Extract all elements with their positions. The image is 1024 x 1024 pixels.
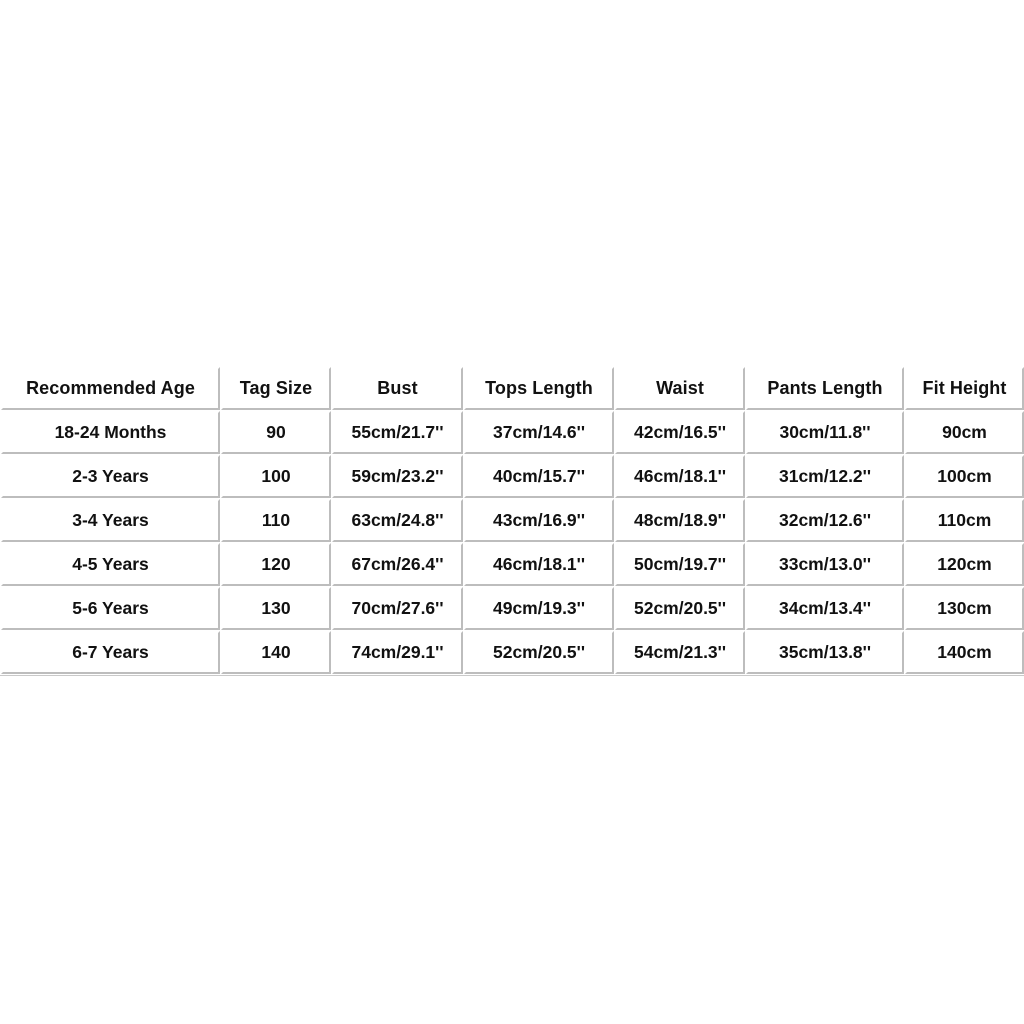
- table-row: 2-3 Years 100 59cm/23.2'' 40cm/15.7'' 46cm/1…: [1, 455, 1024, 498]
- table-cell: 90: [221, 411, 331, 454]
- table-cell: 35cm/13.8'': [746, 631, 904, 674]
- table-row: 18-24 Months 90 55cm/21.7'' 37cm/14.6'' 42cm…: [1, 411, 1024, 454]
- table-cell: 42cm/16.5'': [615, 411, 745, 454]
- column-header: Tag Size: [221, 367, 331, 410]
- table-cell: 59cm/23.2'': [332, 455, 463, 498]
- table-row: 4-5 Years 120 67cm/26.4'' 46cm/18.1'' 50cm/1…: [1, 543, 1024, 586]
- table-cell: 130cm: [905, 587, 1024, 630]
- size-chart-container: Recommended Age Tag Size Bust Tops Length Wa…: [0, 366, 1024, 676]
- row-label-cell: 5-6 Years: [1, 587, 220, 630]
- table-cell: 46cm/18.1'': [464, 543, 614, 586]
- row-label-cell: 18-24 Months: [1, 411, 220, 454]
- table-cell: 48cm/18.9'': [615, 499, 745, 542]
- table-cell: 74cm/29.1'': [332, 631, 463, 674]
- table-cell: 100: [221, 455, 331, 498]
- table-cell: 110: [221, 499, 331, 542]
- table-cell: 140: [221, 631, 331, 674]
- table-cell: 33cm/13.0'': [746, 543, 904, 586]
- table-row: 5-6 Years 130 70cm/27.6'' 49cm/19.3'' 52cm/2…: [1, 587, 1024, 630]
- table-cell: 49cm/19.3'': [464, 587, 614, 630]
- table-header: Recommended Age Tag Size Bust Tops Length Wa…: [1, 367, 1024, 410]
- table-cell: 120cm: [905, 543, 1024, 586]
- table-cell: 40cm/15.7'': [464, 455, 614, 498]
- table-cell: 54cm/21.3'': [615, 631, 745, 674]
- table-cell: 63cm/24.8'': [332, 499, 463, 542]
- table-cell: 110cm: [905, 499, 1024, 542]
- table-cell: 120: [221, 543, 331, 586]
- table-row: 6-7 Years 140 74cm/29.1'' 52cm/20.5'' 54cm/2…: [1, 631, 1024, 674]
- table-cell: 100cm: [905, 455, 1024, 498]
- table-body: 18-24 Months 90 55cm/21.7'' 37cm/14.6'' 42cm…: [1, 411, 1024, 674]
- table-cell: 34cm/13.4'': [746, 587, 904, 630]
- column-header: Tops Length: [464, 367, 614, 410]
- table-header-row: Recommended Age Tag Size Bust Tops Length Wa…: [1, 367, 1024, 410]
- table-cell: 50cm/19.7'': [615, 543, 745, 586]
- row-label-cell: 4-5 Years: [1, 543, 220, 586]
- table-cell: 43cm/16.9'': [464, 499, 614, 542]
- row-label-cell: 6-7 Years: [1, 631, 220, 674]
- column-header: Recommended Age: [1, 367, 220, 410]
- table-cell: 46cm/18.1'': [615, 455, 745, 498]
- size-chart-table: Recommended Age Tag Size Bust Tops Length Wa…: [0, 366, 1024, 676]
- row-label-cell: 2-3 Years: [1, 455, 220, 498]
- table-cell: 67cm/26.4'': [332, 543, 463, 586]
- column-header: Pants Length: [746, 367, 904, 410]
- row-label-cell: 3-4 Years: [1, 499, 220, 542]
- column-header: Fit Height: [905, 367, 1024, 410]
- table-cell: 140cm: [905, 631, 1024, 674]
- table-cell: 55cm/21.7'': [332, 411, 463, 454]
- table-cell: 90cm: [905, 411, 1024, 454]
- column-header: Waist: [615, 367, 745, 410]
- table-cell: 31cm/12.2'': [746, 455, 904, 498]
- table-cell: 30cm/11.8'': [746, 411, 904, 454]
- table-cell: 32cm/12.6'': [746, 499, 904, 542]
- table-cell: 37cm/14.6'': [464, 411, 614, 454]
- table-cell: 70cm/27.6'': [332, 587, 463, 630]
- table-cell: 130: [221, 587, 331, 630]
- table-cell: 52cm/20.5'': [615, 587, 745, 630]
- table-row: 3-4 Years 110 63cm/24.8'' 43cm/16.9'' 48cm/1…: [1, 499, 1024, 542]
- table-cell: 52cm/20.5'': [464, 631, 614, 674]
- column-header: Bust: [332, 367, 463, 410]
